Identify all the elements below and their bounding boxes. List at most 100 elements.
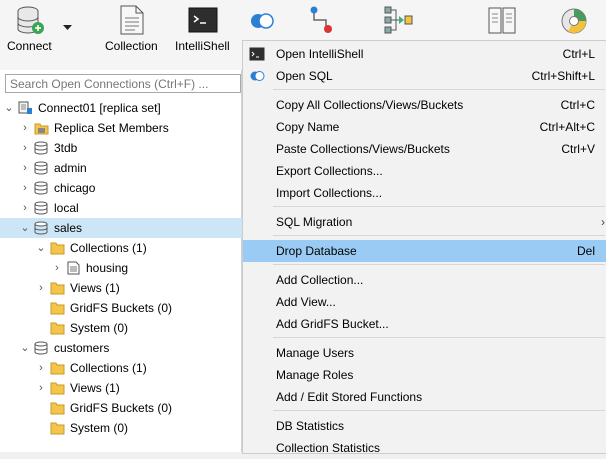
menu-item-label: Add / Edit Stored Functions — [276, 390, 423, 404]
pipeline-icon — [310, 6, 332, 33]
menu-item-manage-users[interactable]: Manage Users — [243, 342, 606, 364]
open-book-icon — [488, 7, 516, 34]
menu-item-shortcut: Ctrl+L — [562, 47, 595, 61]
sql-icon — [251, 13, 274, 29]
menu-item-label: Open SQL — [276, 69, 333, 83]
chevron-right-icon[interactable]: › — [52, 258, 62, 278]
tree-node-connection[interactable]: ⌄ Connect01 [replica set] — [0, 98, 242, 118]
pie-chart-icon — [561, 8, 587, 34]
folder-icon — [50, 322, 65, 335]
menu-item-copy-all[interactable]: Copy All Collections/Views/Buckets Ctrl+… — [243, 94, 606, 116]
menu-item-db-statistics[interactable]: DB Statistics — [243, 415, 606, 437]
search-connections-input[interactable] — [5, 74, 241, 93]
menu-item-copy-name[interactable]: Copy Name Ctrl+Alt+C — [243, 116, 606, 138]
connection-tree-panel: ⌄ Connect01 [replica set] › Replica Set … — [0, 70, 242, 452]
chevron-down-icon[interactable]: ⌄ — [20, 218, 30, 238]
chevron-down-icon[interactable]: ⌄ — [20, 338, 30, 358]
tree-node-label: System (0) — [70, 421, 129, 435]
menu-item-open-sql[interactable]: Open SQL Ctrl+Shift+L — [243, 65, 606, 87]
tree-node-database-chicago[interactable]: › chicago — [0, 178, 242, 198]
menu-item-stored-functions[interactable]: Add / Edit Stored Functions — [243, 386, 606, 408]
tree-node-label: sales — [54, 221, 83, 235]
menu-item-shortcut: Del — [576, 244, 595, 258]
tree-node-customers-views[interactable]: › Views (1) — [0, 378, 242, 398]
menu-separator — [273, 206, 605, 207]
chevron-down-icon[interactable]: ⌄ — [36, 238, 46, 258]
menu-item-drop-database[interactable]: Drop Database Del — [243, 240, 606, 262]
menu-item-collection-statistics[interactable]: Collection Statistics — [243, 437, 606, 459]
tree-node-label: Views (1) — [70, 381, 120, 395]
chevron-right-icon[interactable]: › — [36, 358, 46, 378]
menu-separator — [273, 264, 605, 265]
menu-item-add-collection[interactable]: Add Collection... — [243, 269, 606, 291]
database-icon — [34, 221, 48, 235]
chevron-right-icon[interactable]: › — [36, 278, 46, 298]
tree-node-label: Views (1) — [70, 281, 120, 295]
menu-item-label: Export Collections... — [276, 164, 383, 178]
tree-node-customers-collections[interactable]: › Collections (1) — [0, 358, 242, 378]
tree-node-database-sales[interactable]: ⌄ sales — [0, 218, 242, 238]
chevron-right-icon[interactable]: › — [20, 198, 30, 218]
collection-button[interactable]: Collection — [100, 0, 166, 62]
menu-item-label: SQL Migration — [276, 215, 353, 229]
menu-item-shortcut: Ctrl+V — [561, 142, 595, 156]
intellishell-button[interactable]: IntelliShell — [172, 0, 234, 62]
tree-node-sales-collections[interactable]: ⌄ Collections (1) — [0, 238, 242, 258]
menu-separator — [273, 235, 605, 236]
menu-item-import-collections[interactable]: Import Collections... — [243, 182, 606, 204]
database-icon — [34, 201, 48, 215]
tree-node-sales-gridfs[interactable]: GridFS Buckets (0) — [0, 298, 242, 318]
menu-item-sql-migration[interactable]: SQL Migration › — [243, 211, 606, 233]
menu-item-label: Manage Roles — [276, 368, 354, 382]
chevron-right-icon[interactable]: › — [20, 138, 30, 158]
chevron-right-icon[interactable]: › — [20, 118, 30, 138]
connect-label: Connect — [7, 39, 52, 53]
tree-node-label: housing — [86, 261, 129, 275]
menu-item-add-view[interactable]: Add View... — [243, 291, 606, 313]
menu-item-label: Add View... — [276, 295, 336, 309]
terminal-icon — [249, 47, 265, 61]
menu-item-label: Add Collection... — [276, 273, 364, 287]
terminal-icon — [188, 7, 218, 33]
tree-node-database-local[interactable]: › local — [0, 198, 242, 218]
document-icon — [120, 5, 144, 35]
tree-node-label: GridFS Buckets (0) — [70, 301, 173, 315]
menu-item-label: Drop Database — [276, 244, 357, 258]
tree-node-label: chicago — [54, 181, 96, 195]
menu-item-label: Open IntelliShell — [276, 47, 364, 61]
menu-separator — [273, 410, 605, 411]
tree-node-database-3tdb[interactable]: › 3tdb — [0, 138, 242, 158]
tree-node-customers-system[interactable]: System (0) — [0, 418, 242, 438]
sql-icon — [250, 71, 265, 81]
menu-item-open-intellishell[interactable]: Open IntelliShell Ctrl+L — [243, 43, 606, 65]
chevron-down-icon[interactable]: ⌄ — [4, 98, 14, 118]
tree-node-database-admin[interactable]: › admin — [0, 158, 242, 178]
tree-node-label: Connect01 [replica set] — [38, 101, 161, 115]
chevron-right-icon[interactable]: › — [36, 378, 46, 398]
tree-node-replica-set-members[interactable]: › Replica Set Members — [0, 118, 242, 138]
database-connect-icon — [17, 6, 44, 34]
folder-server-icon — [34, 123, 49, 135]
chevron-right-icon[interactable]: › — [20, 178, 30, 198]
folder-icon — [50, 422, 65, 435]
tree-node-sales-views[interactable]: › Views (1) — [0, 278, 242, 298]
tree-node-customers-gridfs[interactable]: GridFS Buckets (0) — [0, 398, 242, 418]
menu-item-manage-roles[interactable]: Manage Roles — [243, 364, 606, 386]
chevron-right-icon[interactable]: › — [20, 158, 30, 178]
replica-set-icon — [18, 101, 32, 114]
menu-item-paste[interactable]: Paste Collections/Views/Buckets Ctrl+V — [243, 138, 606, 160]
database-icon — [34, 181, 48, 195]
database-icon — [34, 341, 48, 355]
collection-document-icon — [67, 261, 80, 275]
tree-node-label: System (0) — [70, 321, 129, 335]
tree-node-label: Collections (1) — [70, 241, 147, 255]
database-icon — [34, 161, 48, 175]
menu-item-add-gridfs-bucket[interactable]: Add GridFS Bucket... — [243, 313, 606, 335]
tree-node-collection-housing[interactable]: › housing — [0, 258, 242, 278]
menu-item-export-collections[interactable]: Export Collections... — [243, 160, 606, 182]
submenu-arrow-icon: › — [601, 215, 605, 229]
connect-dropdown-button[interactable] — [60, 0, 76, 62]
menu-item-shortcut: Ctrl+Shift+L — [531, 69, 595, 83]
tree-node-database-customers[interactable]: ⌄ customers — [0, 338, 242, 358]
tree-node-sales-system[interactable]: System (0) — [0, 318, 242, 338]
